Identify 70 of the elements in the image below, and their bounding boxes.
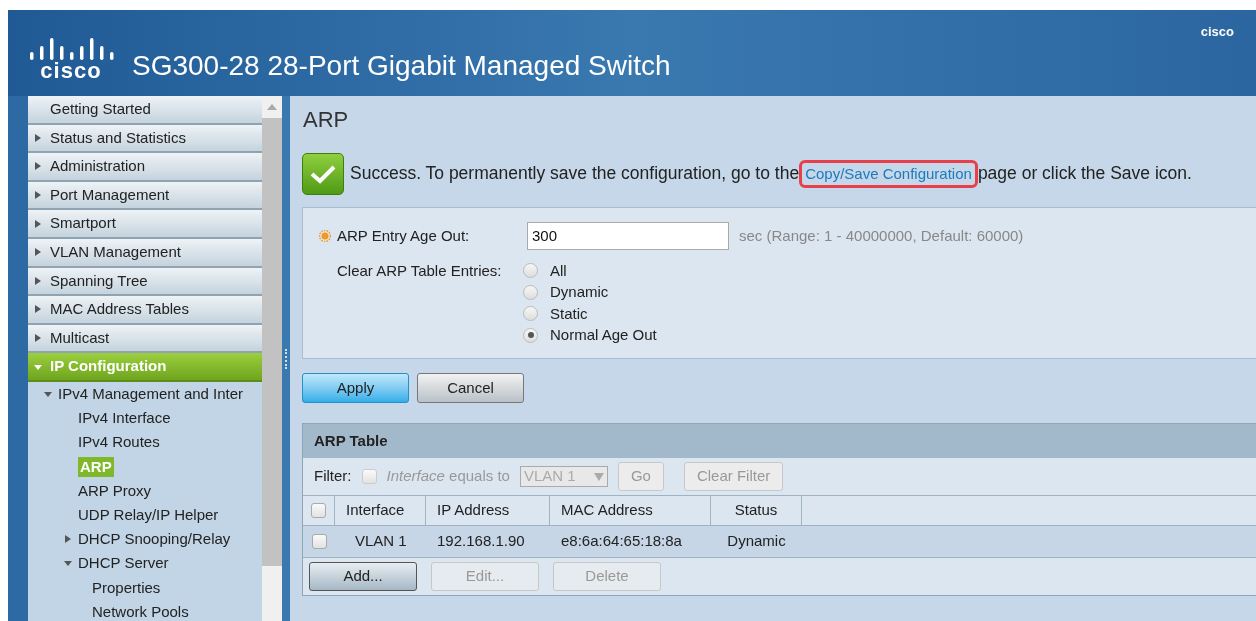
nav-item[interactable]: IPv4 Routes [78, 432, 160, 453]
logo-wordmark: cisco [40, 60, 102, 82]
radio-button[interactable] [523, 284, 538, 300]
caret-icon [64, 559, 72, 568]
scroll-up-icon[interactable] [267, 104, 277, 110]
nav-item[interactable]: Multicast [28, 324, 262, 354]
checkbox[interactable] [311, 503, 326, 518]
table-title: ARP Table [314, 430, 388, 451]
page-title: ARP [303, 106, 350, 134]
field-label: Clear ARP Table Entries: [337, 261, 503, 281]
radio-button[interactable] [523, 306, 538, 322]
radio-label: Normal Age Out [550, 325, 657, 345]
range-hint: sec (Range: 1 - 40000000, Default: 60000) [739, 225, 1024, 246]
caret-icon [34, 162, 42, 171]
table-cell-text: e8:6a:64:65:18:8a [560, 531, 683, 552]
nav-item[interactable]: Spanning Tree [28, 267, 262, 297]
column-header: MAC Address [550, 496, 711, 525]
nav-item[interactable]: MAC Address Tables [28, 296, 262, 325]
caret-icon [34, 219, 42, 228]
radio-button[interactable] [523, 327, 538, 343]
filter-condition: Interface equals to [386, 466, 510, 487]
caret-icon [34, 305, 42, 314]
radio-button[interactable] [523, 263, 538, 279]
table-cell-text: 192.168.1.90 [436, 531, 526, 552]
radio-label: Static [550, 303, 588, 324]
splitter[interactable] [282, 96, 290, 621]
corner-label: cisco [1200, 23, 1234, 41]
nav-item[interactable]: Port Management [28, 181, 262, 211]
radio-label: Dynamic [550, 282, 609, 302]
column-header: Status [711, 496, 802, 525]
field-label: ARP Entry Age Out: [337, 225, 471, 246]
radio-label: All [550, 260, 567, 281]
nav-item[interactable]: IPv4 Interface [78, 408, 171, 429]
nav-item[interactable]: Status and Statistics [28, 124, 262, 154]
nav-item[interactable]: Network Pools [92, 601, 189, 621]
nav-item[interactable]: DHCP Server [64, 553, 169, 574]
nav-item[interactable]: Smartport [28, 210, 262, 239]
nav-item[interactable]: Properties [92, 577, 161, 598]
caret-icon [34, 191, 42, 200]
nav-item[interactable]: Administration [28, 153, 262, 182]
nav-item[interactable]: UDP Relay/IP Helper [78, 504, 219, 525]
caret-icon [34, 362, 42, 371]
required-icon [319, 230, 331, 242]
age-out-field[interactable]: 300 [527, 222, 729, 250]
cancel-button[interactable]: Cancel [417, 373, 524, 403]
nav-item[interactable]: DHCP Snooping/Relay [64, 529, 231, 550]
column-header: Interface [335, 496, 426, 525]
checkbox[interactable] [311, 534, 327, 549]
table-cell-text: Dynamic [726, 531, 787, 552]
success-icon [302, 153, 344, 195]
apply-button[interactable]: Apply [302, 373, 409, 403]
nav-item[interactable]: ARP Proxy [78, 480, 152, 501]
nav-item[interactable]: Getting Started [28, 96, 262, 125]
logo-bars-icon [28, 38, 114, 60]
filter-label: Filter: [314, 466, 352, 487]
product-title: SG300-28 28-Port Gigabit Managed Switch [132, 50, 671, 82]
caret-icon [44, 390, 52, 399]
checkbox[interactable] [361, 469, 377, 484]
caret-icon [34, 248, 42, 257]
caret-icon [64, 535, 72, 544]
caret-icon [34, 334, 42, 343]
column-header: IP Address [426, 496, 550, 525]
success-message: Success. To permanently save the configuration, go to the Copy/Save Configuration page or click the Save icon. [350, 160, 1192, 188]
caret-icon [34, 276, 42, 285]
nav-item[interactable]: VLAN Management [28, 238, 262, 268]
table-action-button[interactable]: Add... [309, 562, 417, 591]
caret-icon [34, 133, 42, 142]
table-cell-text: VLAN 1 [354, 531, 408, 552]
dropdown-caret-icon [593, 472, 604, 481]
nav-item[interactable]: IPv4 Management and Inter [44, 384, 244, 405]
